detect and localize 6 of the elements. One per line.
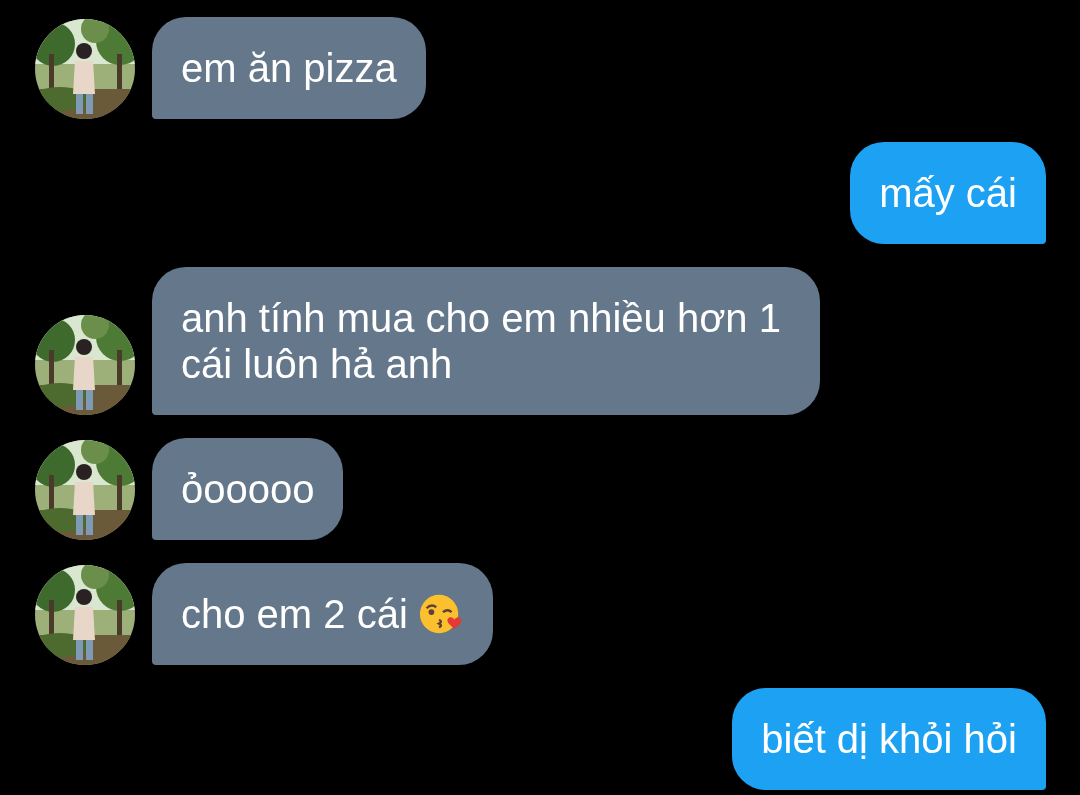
message-text: ỏooooo: [181, 466, 315, 512]
message-text: em ăn pizza: [181, 45, 397, 91]
message-text: mấy cái: [879, 170, 1017, 216]
message-text: cho em 2 cái: [181, 591, 408, 637]
message-text: anh tính mua cho em nhiều hơn 1 cái luôn hả anh: [181, 295, 782, 387]
message-text: biết dị khỏi hỏi: [761, 716, 1017, 762]
